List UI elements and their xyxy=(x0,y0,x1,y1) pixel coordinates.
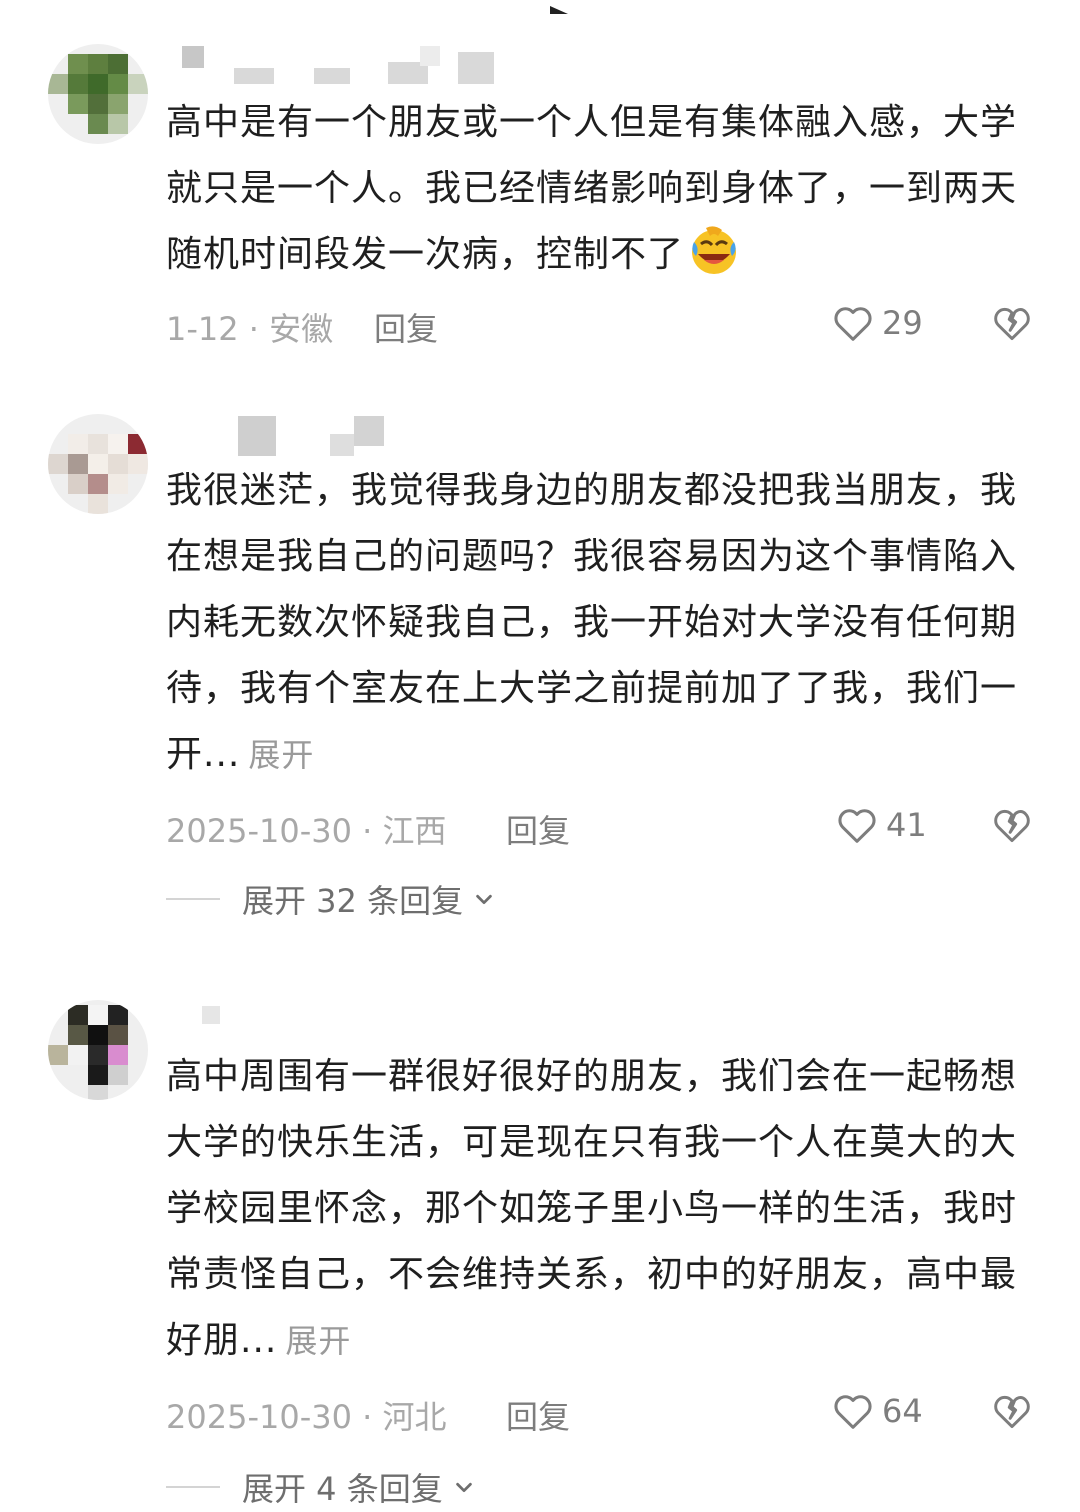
like-button[interactable]: 64 xyxy=(830,1386,923,1436)
comment-time-location: 2025-10-30 · 江西 xyxy=(166,812,447,850)
avatar[interactable] xyxy=(48,1000,148,1100)
comment-time-location: 1-12 · 安徽 xyxy=(166,310,334,348)
expand-replies-label: 展开 32 条回复 xyxy=(242,882,464,920)
like-count: 29 xyxy=(882,304,923,342)
broken-heart-icon xyxy=(994,809,1030,843)
comment-meta: 1-12 · 安徽 回复 29 xyxy=(166,298,1036,348)
dislike-button[interactable] xyxy=(990,1386,1036,1436)
chevron-down-icon xyxy=(476,894,492,905)
heart-outline-icon xyxy=(834,307,872,341)
reply-button[interactable]: 回复 xyxy=(374,304,438,350)
top-edge-mark xyxy=(550,6,568,14)
divider-dash xyxy=(166,1486,220,1488)
comment-text: 高中是有一个朋友或一个人但是有集体融入感，大学就只是一个人。我已经情绪影响到身体… xyxy=(166,90,1026,288)
like-count: 64 xyxy=(882,1392,923,1430)
expand-replies-button[interactable]: 展开 4 条回复 xyxy=(166,1462,475,1512)
dislike-button[interactable] xyxy=(990,298,1036,348)
heart-outline-icon xyxy=(834,1395,872,1429)
comment-text-content: 高中是有一个朋友或一个人但是有集体融入感，大学就只是一个人。我已经情绪影响到身体… xyxy=(166,102,1018,275)
comment-meta: 2025-10-30 · 江西 回复 41 xyxy=(166,800,1036,850)
broken-heart-icon xyxy=(994,307,1030,341)
avatar[interactable] xyxy=(48,44,148,144)
like-button[interactable]: 29 xyxy=(830,298,923,348)
reply-button[interactable]: 回复 xyxy=(506,806,570,852)
avatar[interactable] xyxy=(48,414,148,514)
dislike-button[interactable] xyxy=(990,800,1036,850)
comment-text-content: 高中周围有一群很好很好的朋友，我们会在一起畅想大学的快乐生活，可是现在只有我一个… xyxy=(166,1056,1018,1361)
comment-text: 高中周围有一群很好很好的朋友，我们会在一起畅想大学的快乐生活，可是现在只有我一个… xyxy=(166,1044,1026,1374)
expand-text-button[interactable]: 展开 xyxy=(248,736,314,774)
reply-button[interactable]: 回复 xyxy=(506,1392,570,1438)
heart-outline-icon xyxy=(838,809,876,843)
like-button[interactable]: 41 xyxy=(834,800,927,850)
broken-heart-icon xyxy=(994,1395,1030,1429)
laughing-crying-emoji-icon xyxy=(692,226,737,274)
expand-replies-label: 展开 4 条回复 xyxy=(242,1470,443,1508)
divider-dash xyxy=(166,898,220,900)
comment-text-content: 我很迷茫，我觉得我身边的朋友都没把我当朋友，我在想是我自己的问题吗？我很容易因为… xyxy=(166,470,1018,775)
comment-meta: 2025-10-30 · 河北 回复 64 xyxy=(166,1386,1036,1436)
expand-replies-button[interactable]: 展开 32 条回复 xyxy=(166,874,495,924)
like-count: 41 xyxy=(886,806,927,844)
expand-text-button[interactable]: 展开 xyxy=(285,1322,351,1360)
comment-time-location: 2025-10-30 · 河北 xyxy=(166,1398,447,1436)
comment-text: 我很迷茫，我觉得我身边的朋友都没把我当朋友，我在想是我自己的问题吗？我很容易因为… xyxy=(166,458,1026,788)
chevron-down-icon xyxy=(455,1482,472,1493)
